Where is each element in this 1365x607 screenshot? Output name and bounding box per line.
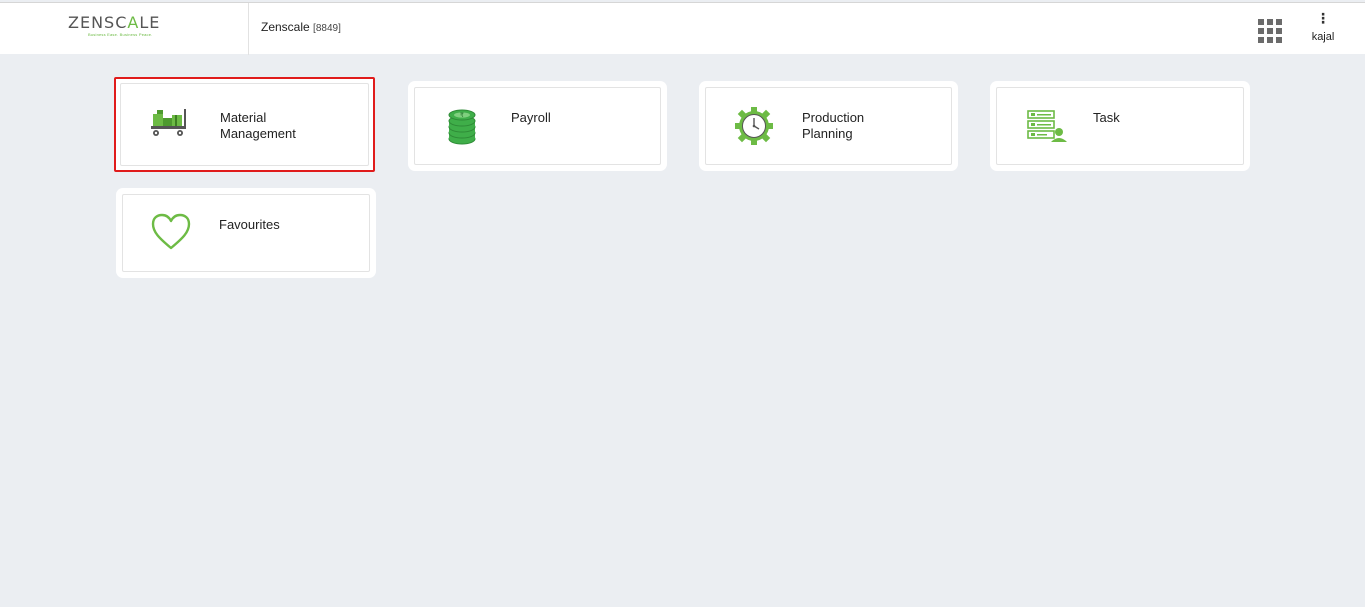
svg-text:₹: ₹: [460, 112, 464, 119]
username: kajal: [1311, 31, 1335, 43]
tile-label: Production Planning: [802, 110, 865, 141]
grid-icon: [1258, 19, 1282, 43]
task-list-icon: [1027, 110, 1071, 150]
tile-label: Material Management: [220, 110, 296, 141]
company-name: Zenscale: [261, 20, 310, 34]
logo-tagline: Business Ease. Business Peace.: [88, 32, 153, 37]
zenscale-logo[interactable]: ZENSCALE Business Ease. Business Peace.: [68, 14, 180, 40]
tile-card: Task: [996, 87, 1244, 165]
logo-wordmark: ZENSCALE: [68, 13, 161, 32]
gear-clock-icon: [734, 106, 778, 146]
tile-card: ₹ Payroll: [414, 87, 661, 165]
tile-label: Task: [1093, 110, 1120, 125]
company-selector[interactable]: Zenscale [8849]: [261, 20, 341, 34]
kebab-icon: ⋮: [1316, 10, 1330, 26]
module-tile-production-planning[interactable]: Production Planning: [699, 81, 958, 171]
module-tile-payroll[interactable]: ₹ Payroll: [408, 81, 667, 171]
company-code: [8849]: [313, 23, 341, 34]
apps-grid-button[interactable]: [1258, 19, 1282, 43]
coins-icon: ₹: [447, 108, 491, 148]
user-menu[interactable]: ⋮ kajal: [1304, 10, 1342, 47]
heart-icon: [151, 213, 195, 253]
cart-icon: [151, 106, 195, 146]
top-bar: ZENSCALE Business Ease. Business Peace. …: [0, 2, 1365, 55]
tile-card: Material Management: [120, 83, 369, 166]
tile-card: Favourites: [122, 194, 370, 272]
module-tile-task[interactable]: Task: [990, 81, 1250, 171]
tile-label: Favourites: [219, 217, 280, 232]
module-tile-material-management[interactable]: Material Management: [114, 77, 375, 172]
tile-label: Payroll: [511, 110, 551, 125]
header-divider: [248, 3, 249, 55]
tile-card: Production Planning: [705, 87, 952, 165]
module-tile-favourites[interactable]: Favourites: [116, 188, 376, 278]
